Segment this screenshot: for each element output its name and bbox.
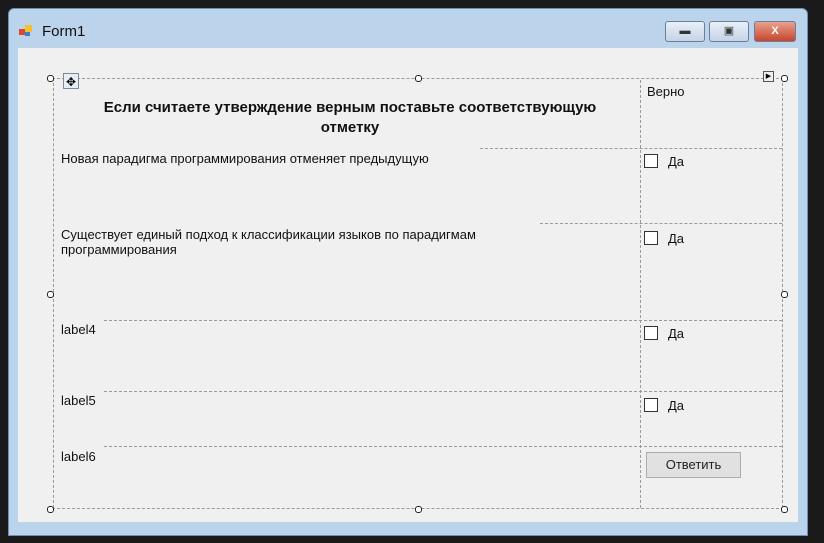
row-divider xyxy=(480,148,782,149)
form-icon xyxy=(19,25,32,36)
resize-handle[interactable] xyxy=(47,75,54,82)
submit-button[interactable]: Ответить xyxy=(646,452,741,478)
row-divider xyxy=(104,446,782,447)
resize-handle[interactable] xyxy=(47,291,54,298)
window-title: Form1 xyxy=(42,23,86,40)
instruction-header: Если считаете утверждение верным поставь… xyxy=(103,99,597,136)
resize-handle[interactable] xyxy=(47,506,54,513)
row-divider xyxy=(540,223,782,224)
column-title: Верно xyxy=(647,84,685,99)
question-label: label4 xyxy=(61,322,96,337)
row-divider xyxy=(104,391,782,392)
checkbox-label[interactable]: Да xyxy=(668,154,684,169)
move-handle-icon[interactable]: ✥ xyxy=(63,73,79,89)
answer-checkbox[interactable] xyxy=(644,154,658,168)
resize-handle[interactable] xyxy=(781,291,788,298)
maximize-button[interactable]: ▣ xyxy=(709,21,749,42)
checkbox-label[interactable]: Да xyxy=(668,231,684,246)
answer-checkbox[interactable] xyxy=(644,398,658,412)
checkbox-label[interactable]: Да xyxy=(668,398,684,413)
question-label: Существует единый подход к классификации… xyxy=(61,227,476,257)
answer-checkbox[interactable] xyxy=(644,326,658,340)
close-button[interactable]: X xyxy=(754,21,796,42)
question-label: Новая парадигма программирования отменяе… xyxy=(61,151,429,166)
answer-checkbox[interactable] xyxy=(644,231,658,245)
smart-tag-arrow-icon[interactable]: ▶ xyxy=(763,71,774,82)
resize-handle[interactable] xyxy=(781,506,788,513)
resize-handle[interactable] xyxy=(415,75,422,82)
question-label: label6 xyxy=(61,449,96,464)
resize-handle[interactable] xyxy=(781,75,788,82)
row-divider xyxy=(104,320,782,321)
title-bar[interactable]: Form1 ▬ ▣ X xyxy=(9,9,807,49)
question-label: label5 xyxy=(61,393,96,408)
checkbox-label[interactable]: Да xyxy=(668,326,684,341)
resize-handle[interactable] xyxy=(415,506,422,513)
minimize-button[interactable]: ▬ xyxy=(665,21,705,42)
column-divider xyxy=(640,80,641,508)
